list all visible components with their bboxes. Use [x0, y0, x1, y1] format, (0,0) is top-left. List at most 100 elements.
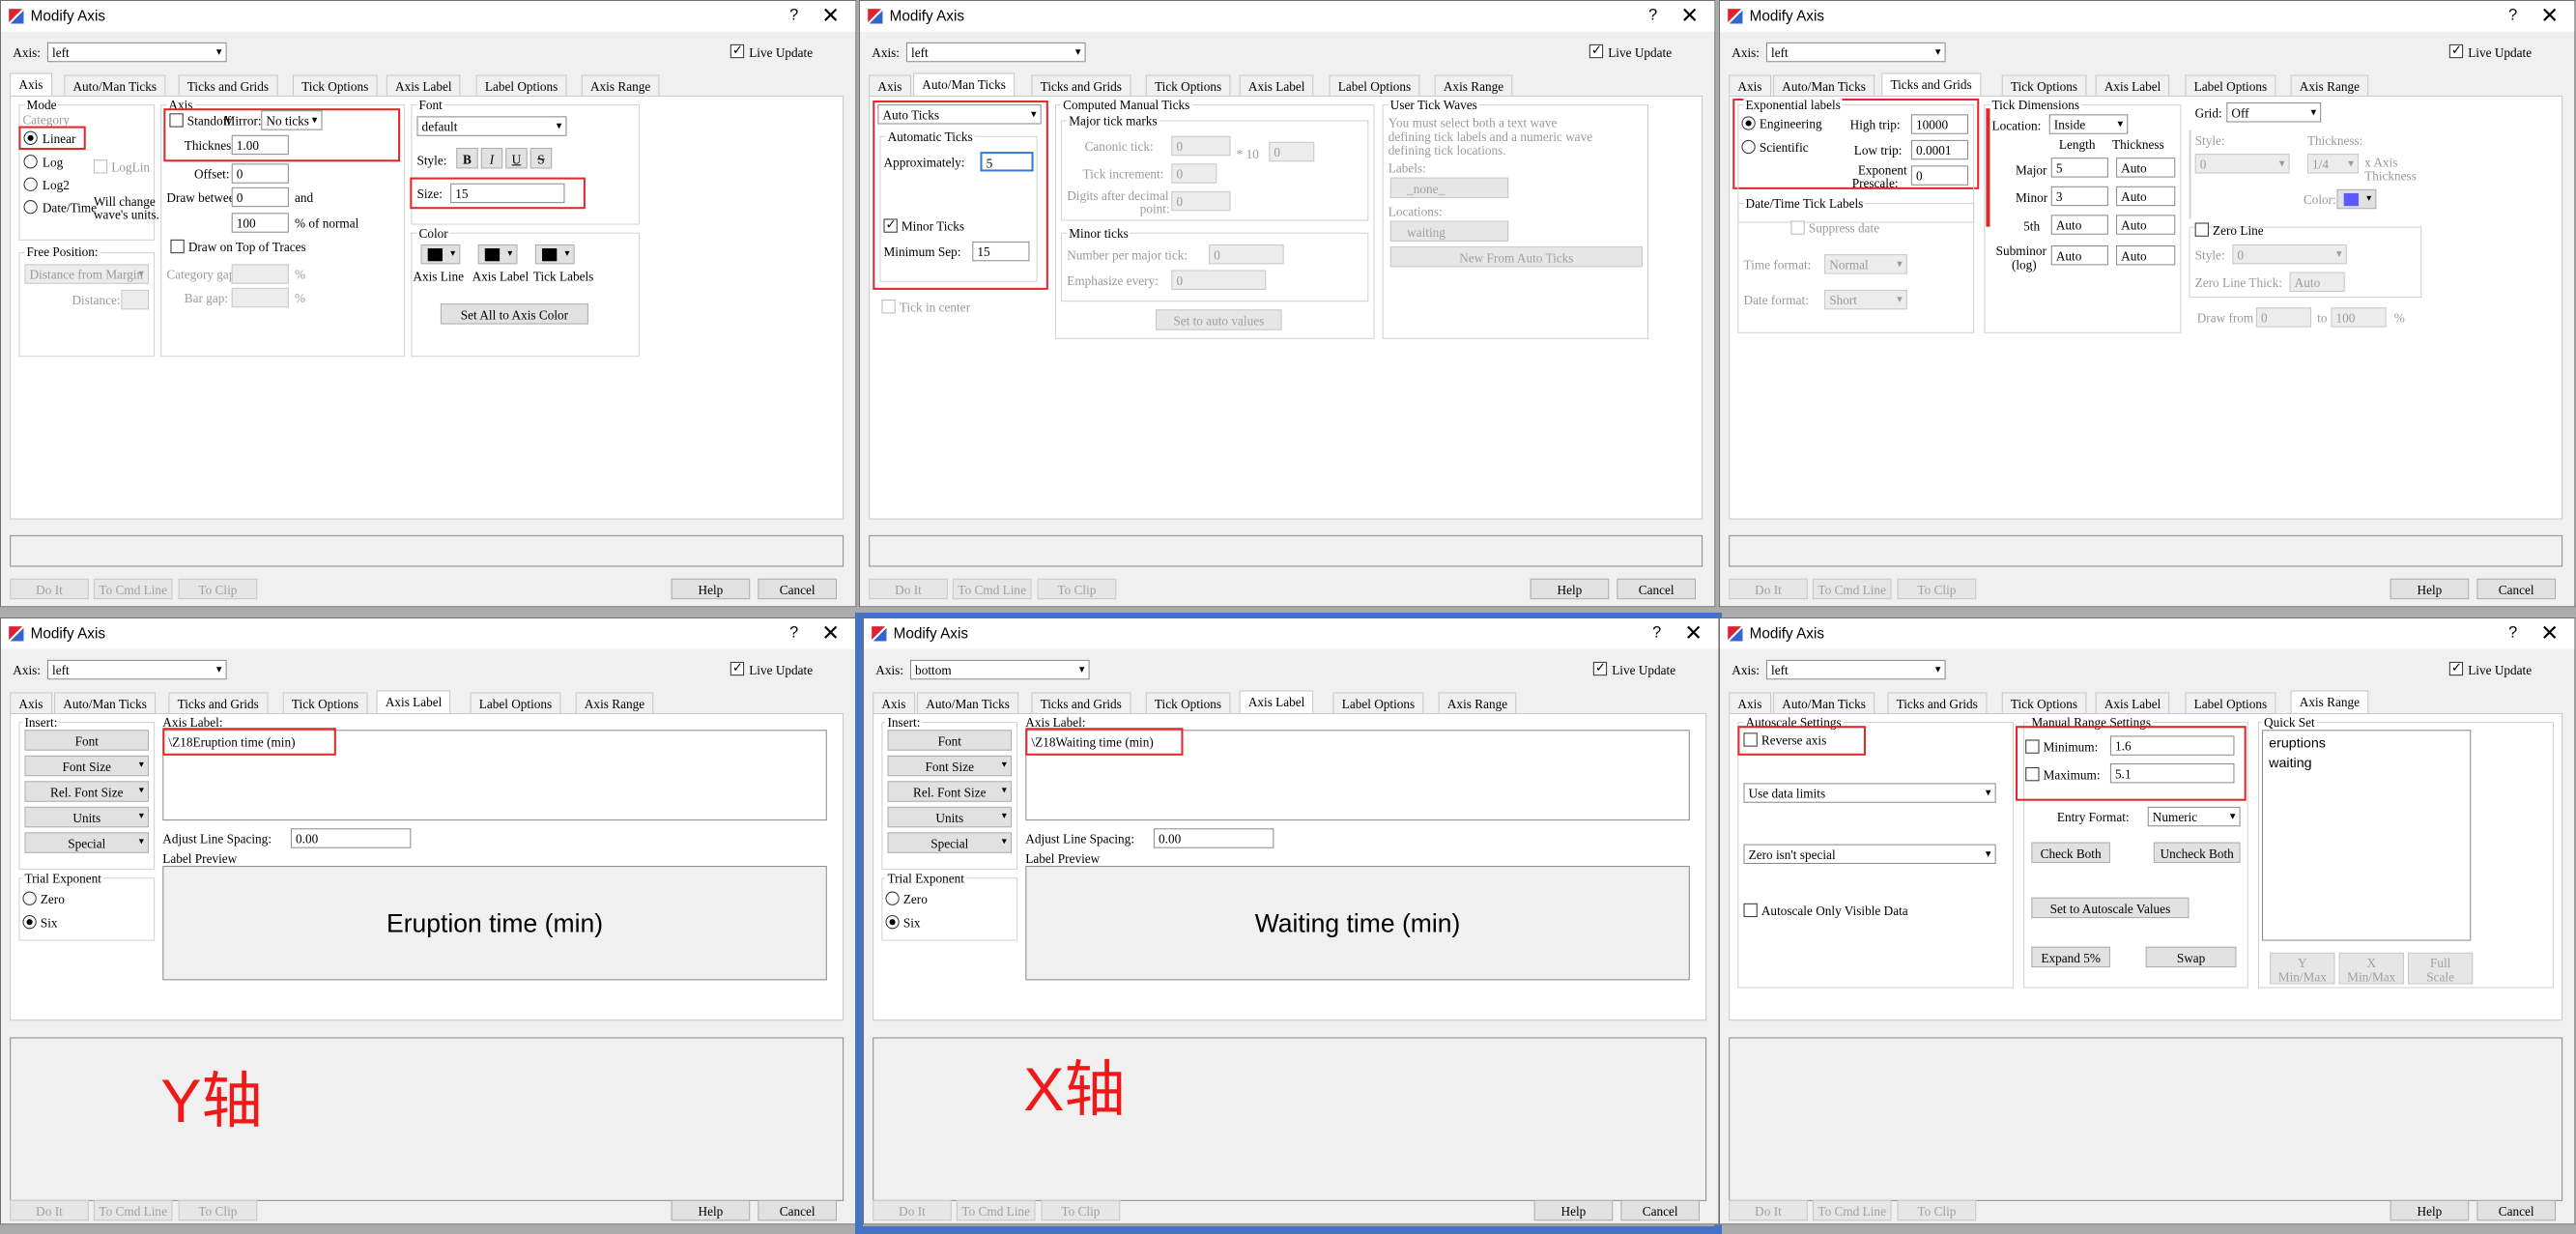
- to-cmd-line-button[interactable]: To Cmd Line: [952, 578, 1032, 600]
- fifth-length-input[interactable]: Auto: [2050, 215, 2108, 235]
- set-autoscale-values-button[interactable]: Set to Autoscale Values: [2031, 897, 2190, 919]
- bold-button[interactable]: B: [456, 148, 478, 169]
- tab-axis-range[interactable]: Axis Range: [1438, 692, 1517, 713]
- tab-auto-man-ticks[interactable]: Auto/Man Ticks: [1773, 74, 1875, 96]
- underline-button[interactable]: U: [505, 148, 528, 169]
- axis-select[interactable]: left: [1765, 42, 1946, 63]
- help-icon[interactable]: ?: [789, 8, 798, 23]
- close-icon[interactable]: ✕: [821, 622, 840, 644]
- tab-axis[interactable]: Axis: [10, 692, 52, 713]
- uncheck-both-button[interactable]: Uncheck Both: [2153, 842, 2241, 863]
- command-line[interactable]: [1729, 1037, 2563, 1201]
- data-limits-select[interactable]: Use data limits: [1743, 783, 1996, 803]
- full-scale-button[interactable]: Full Scale: [2407, 952, 2474, 985]
- insert-special-button[interactable]: Special: [887, 832, 1013, 853]
- zero-thick-input[interactable]: Auto: [2289, 272, 2345, 292]
- draw-to-input[interactable]: 100: [2331, 307, 2387, 328]
- insert-font-button[interactable]: Font: [887, 730, 1013, 751]
- axis-select[interactable]: left: [46, 659, 227, 680]
- draw-between-start-input[interactable]: 0: [231, 187, 289, 208]
- radio-six[interactable]: [885, 915, 900, 930]
- thickness-input[interactable]: 1.00: [231, 134, 289, 156]
- tab-ticks-grids[interactable]: Ticks and Grids: [1031, 692, 1131, 713]
- tab-axis[interactable]: Axis: [10, 72, 52, 97]
- insert-units-button[interactable]: Units: [24, 806, 150, 828]
- minimum-sep-input[interactable]: 15: [972, 241, 1030, 262]
- swap-button[interactable]: Swap: [2145, 946, 2237, 968]
- tab-ticks-grids[interactable]: Ticks and Grids: [1887, 692, 1988, 713]
- location-select[interactable]: Inside: [2048, 114, 2129, 134]
- axis-label-color-button[interactable]: [477, 244, 518, 265]
- close-icon[interactable]: ✕: [1684, 622, 1703, 644]
- live-update-checkbox[interactable]: [1589, 43, 1604, 59]
- entry-format-select[interactable]: Numeric: [2147, 806, 2241, 827]
- to-cmd-line-button[interactable]: To Cmd Line: [1812, 1199, 1892, 1221]
- approximately-input[interactable]: 5: [980, 152, 1034, 172]
- help-button[interactable]: Help: [2390, 1199, 2470, 1221]
- draw-on-top-checkbox[interactable]: [170, 239, 185, 254]
- live-update-checkbox[interactable]: [2448, 43, 2464, 59]
- radio-zero[interactable]: [22, 891, 37, 905]
- tab-label-options[interactable]: Label Options: [1329, 74, 1420, 96]
- number-per-major-input[interactable]: 0: [1209, 244, 1284, 265]
- insert-special-button[interactable]: Special: [24, 832, 150, 853]
- digits-input[interactable]: 0: [1171, 190, 1231, 212]
- command-line[interactable]: [869, 534, 1703, 567]
- do-it-button[interactable]: Do It: [10, 1199, 89, 1221]
- close-icon[interactable]: ✕: [2540, 5, 2559, 26]
- date-format-select[interactable]: Short: [1824, 289, 1907, 310]
- distance-input[interactable]: [121, 289, 150, 310]
- help-icon[interactable]: ?: [1648, 8, 1657, 23]
- cancel-button[interactable]: Cancel: [758, 578, 837, 600]
- to-cmd-line-button[interactable]: To Cmd Line: [93, 1199, 173, 1221]
- help-icon[interactable]: ?: [2508, 625, 2517, 641]
- do-it-button[interactable]: Do It: [869, 578, 948, 600]
- axis-select[interactable]: left: [46, 42, 227, 63]
- live-update-checkbox[interactable]: [730, 43, 745, 59]
- grid-style-select[interactable]: 0: [2194, 154, 2290, 174]
- tab-axis-range[interactable]: Axis Range: [1434, 74, 1513, 96]
- axis-select[interactable]: left: [1765, 659, 1946, 680]
- tab-tick-options[interactable]: Tick Options: [1145, 692, 1231, 713]
- labels-select[interactable]: _none_: [1389, 177, 1509, 199]
- insert-font-button[interactable]: Font: [24, 730, 150, 751]
- list-item[interactable]: eruptions: [2269, 735, 2326, 749]
- tab-ticks-grids[interactable]: Ticks and Grids: [168, 692, 269, 713]
- high-trip-input[interactable]: 10000: [1910, 114, 1969, 134]
- reverse-axis-checkbox[interactable]: [1743, 732, 1758, 747]
- close-icon[interactable]: ✕: [2540, 622, 2559, 644]
- to-cmd-line-button[interactable]: To Cmd Line: [1812, 578, 1892, 600]
- to-clip-button[interactable]: To Clip: [178, 1199, 258, 1221]
- tab-axis-label[interactable]: Axis Label: [1239, 74, 1314, 96]
- emphasize-input[interactable]: 0: [1171, 270, 1267, 290]
- tab-label-options[interactable]: Label Options: [475, 74, 567, 96]
- minimum-checkbox[interactable]: [2025, 739, 2040, 754]
- prescale-input[interactable]: 0: [1910, 165, 1969, 186]
- to-cmd-line-button[interactable]: To Cmd Line: [93, 578, 173, 600]
- time-format-select[interactable]: Normal: [1824, 254, 1907, 274]
- help-icon[interactable]: ?: [2508, 8, 2517, 23]
- auto-ticks-select[interactable]: Auto Ticks: [877, 104, 1042, 125]
- adjust-spacing-input[interactable]: 0.00: [290, 828, 412, 848]
- maximum-checkbox[interactable]: [2025, 767, 2040, 782]
- fifth-thickness-input[interactable]: Auto: [2116, 215, 2176, 235]
- help-button[interactable]: Help: [671, 1199, 751, 1221]
- tab-axis-label[interactable]: Axis Label: [2095, 692, 2170, 713]
- tab-ticks-grids[interactable]: Ticks and Grids: [1881, 72, 1981, 97]
- radio-scientific[interactable]: [1741, 139, 1756, 155]
- radio-datetime[interactable]: [23, 200, 38, 215]
- grid-select[interactable]: Off: [2226, 102, 2322, 123]
- tab-ticks-grids[interactable]: Ticks and Grids: [1031, 74, 1131, 96]
- to-clip-button[interactable]: To Clip: [1897, 1199, 1977, 1221]
- category-gap-input[interactable]: [231, 264, 289, 284]
- command-line[interactable]: [10, 1037, 844, 1201]
- axis-select[interactable]: left: [905, 42, 1086, 63]
- set-auto-values-button[interactable]: Set to auto values: [1156, 309, 1282, 330]
- zero-style-select[interactable]: 0: [2232, 244, 2347, 265]
- radio-linear[interactable]: [23, 130, 38, 145]
- y-minmax-button[interactable]: Y Min/Max: [2270, 952, 2335, 985]
- tab-label-options[interactable]: Label Options: [2185, 74, 2276, 96]
- live-update-checkbox[interactable]: [1592, 661, 1608, 676]
- radio-zero[interactable]: [885, 891, 900, 905]
- tab-tick-options[interactable]: Tick Options: [292, 74, 378, 96]
